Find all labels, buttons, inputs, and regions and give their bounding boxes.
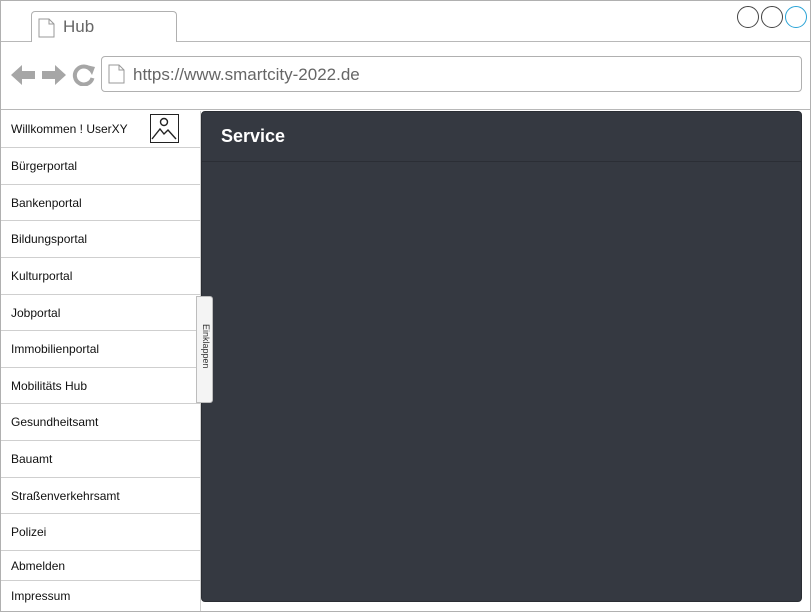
sidebar-item-mobilitaets-hub[interactable]: Mobilitäts Hub	[1, 368, 201, 404]
sidebar-item-label: Polizei	[11, 525, 47, 539]
sidebar-item-gesundheitsamt[interactable]: Gesundheitsamt	[1, 404, 201, 441]
collapse-sidebar-button[interactable]: Einklappen	[196, 296, 213, 403]
sidebar-item-label: Bankenportal	[11, 195, 82, 210]
window-controls	[737, 6, 807, 28]
service-panel: Service	[201, 111, 802, 602]
page-icon	[108, 64, 125, 84]
sidebar-item-label: Gesundheitsamt	[11, 415, 99, 429]
sidebar-item-label: Jobportal	[11, 305, 61, 320]
back-arrow-icon[interactable]	[11, 64, 36, 86]
sidebar-item-jobportal[interactable]: Jobportal	[1, 295, 201, 331]
sidebar: Willkommen ! UserXY Bürgerportal Bankenp…	[1, 111, 201, 611]
sidebar-item-label: Mobilitäts Hub	[11, 378, 88, 393]
address-bar[interactable]: https://www.smartcity-2022.de	[101, 56, 802, 92]
image-icon	[151, 117, 177, 140]
url-text: https://www.smartcity-2022.de	[133, 65, 360, 84]
welcome-row: Willkommen ! UserXY	[1, 111, 201, 148]
tab-bar: Hub	[1, 1, 810, 43]
imprint-link[interactable]: Impressum	[1, 581, 201, 611]
sidebar-item-label: Kulturportal	[11, 269, 73, 283]
document-icon	[38, 18, 55, 38]
close-button[interactable]	[785, 6, 807, 28]
maximize-button[interactable]	[761, 6, 783, 28]
reload-icon[interactable]	[72, 64, 96, 86]
sidebar-item-label: Bürgerportal	[11, 159, 78, 173]
sidebar-item-buergerportal[interactable]: Bürgerportal	[1, 148, 201, 185]
browser-window: Hub https://www.smartcity-2022.de Willko…	[0, 0, 811, 612]
sidebar-item-bildungsportal[interactable]: Bildungsportal	[1, 221, 201, 258]
page-title: Service	[221, 126, 286, 146]
welcome-text: Willkommen ! UserXY	[11, 122, 128, 136]
browser-tab[interactable]: Hub	[31, 11, 177, 43]
logout-label: Abmelden	[11, 558, 66, 573]
forward-arrow-icon[interactable]	[41, 64, 66, 86]
logout-link[interactable]: Abmelden	[1, 551, 201, 581]
user-avatar-image-icon[interactable]	[150, 114, 179, 143]
sidebar-item-strassenverkehrsamt[interactable]: Straßenverkehrsamt	[1, 478, 201, 514]
sidebar-item-label: Immobilienportal	[11, 342, 100, 356]
navigation-bar: https://www.smartcity-2022.de	[1, 42, 810, 110]
collapse-label: Einklappen	[201, 324, 211, 369]
tab-title: Hub	[63, 17, 95, 36]
imprint-label: Impressum	[11, 589, 71, 603]
sidebar-item-immobilienportal[interactable]: Immobilienportal	[1, 331, 201, 368]
sidebar-item-bankenportal[interactable]: Bankenportal	[1, 185, 201, 221]
sidebar-item-kulturportal[interactable]: Kulturportal	[1, 258, 201, 295]
sidebar-item-label: Bildungsportal	[11, 232, 88, 246]
minimize-button[interactable]	[737, 6, 759, 28]
sidebar-item-label: Straßenverkehrsamt	[11, 488, 120, 503]
sidebar-item-bauamt[interactable]: Bauamt	[1, 441, 201, 478]
sidebar-item-polizei[interactable]: Polizei	[1, 514, 201, 551]
sidebar-item-label: Bauamt	[11, 452, 53, 466]
panel-header: Service	[202, 112, 801, 162]
